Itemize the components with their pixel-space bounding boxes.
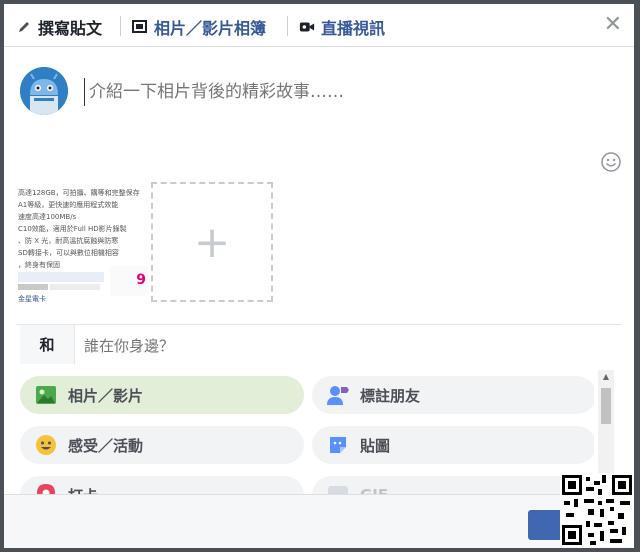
attached-photo-thumbnail[interactable]: 高達128GB，可拍攝、購等和完整保存 A1等級，更快速的應用程式效能 速度高達… <box>16 186 148 304</box>
tab-label: 直播視訊 <box>321 19 386 38</box>
option-photo-video[interactable]: 相片／影片 <box>20 376 304 414</box>
thumbnail-text: 高達128GB，可拍攝、購等和完整保存 <box>18 189 140 197</box>
scroll-thumb[interactable] <box>601 388 611 424</box>
option-check-in[interactable]: 打卡 <box>20 476 304 494</box>
option-sticker[interactable]: 貼圖 <box>312 426 594 464</box>
close-icon[interactable]: ✕ <box>604 12 622 37</box>
tab-label: 相片／影片相簿 <box>154 19 267 38</box>
option-label: 感受／活動 <box>68 436 144 455</box>
option-feeling-activity[interactable]: 感受／活動 <box>20 426 304 464</box>
plus-icon: + <box>193 216 231 268</box>
thumbnail-text: SD轉接卡，可以與數位相機相容 <box>18 249 119 257</box>
tag-friends-icon <box>326 383 350 407</box>
video-camera-icon <box>299 19 315 35</box>
smiley-icon <box>34 433 58 457</box>
option-label: 標註朋友 <box>360 386 421 405</box>
tag-people-row: 和 <box>16 324 622 365</box>
photo-album-icon <box>132 19 148 35</box>
option-gif[interactable]: GIF <box>312 476 594 494</box>
option-label: 打卡 <box>68 485 98 495</box>
avatar <box>20 67 68 115</box>
with-label: 和 <box>20 325 75 364</box>
gif-icon <box>326 483 350 494</box>
post-type-tabs: 撰寫貼文 相片／影片相簿 直播視訊 ✕ <box>4 4 634 47</box>
option-label: 貼圖 <box>360 436 391 455</box>
post-options: 相片／影片 標註朋友 感受／活動 貼圖 打卡 <box>16 370 594 494</box>
qr-code-icon <box>560 473 634 547</box>
create-post-dialog: 撰寫貼文 相片／影片相簿 直播視訊 ✕ 介紹一下相片背後的精彩故事…… 高達12… <box>4 4 634 548</box>
tab-label: 撰寫貼文 <box>38 19 103 38</box>
option-tag-friends[interactable]: 標註朋友 <box>312 376 594 414</box>
sticker-icon <box>326 433 350 457</box>
option-label: GIF <box>360 486 388 494</box>
tab-divider <box>120 16 121 36</box>
thumbnail-card-logos <box>18 284 48 290</box>
thumbnail-table <box>18 272 104 282</box>
add-photo-button[interactable]: + <box>151 182 273 302</box>
thumbnail-link: 金星電卡 <box>18 295 46 303</box>
tag-people-input[interactable] <box>82 333 586 359</box>
tab-live-video[interactable]: 直播視訊 <box>299 15 385 39</box>
thumbnail-banner <box>50 284 100 290</box>
thumbnail-price: 9 <box>136 272 146 288</box>
thumbnail-text: A1等級，更快速的應用程式效能 <box>18 201 119 209</box>
tab-write-post[interactable]: 撰寫貼文 <box>16 15 102 39</box>
tab-divider <box>287 16 288 36</box>
option-label: 相片／影片 <box>68 386 144 405</box>
scroll-up-arrow-icon[interactable]: ▲ <box>598 370 614 384</box>
location-pin-icon <box>34 483 58 494</box>
thumbnail-text: 速度高達100MB/s <box>18 213 77 221</box>
thumbnail-text: C10效能，適用於Full HD影片錄製 <box>18 225 127 233</box>
pencil-icon <box>16 19 32 35</box>
thumbnail-text: ，終身有保固 <box>18 261 60 269</box>
tab-photo-album[interactable]: 相片／影片相簿 <box>132 15 266 39</box>
thumbnail-text: 、防 X 光，耐高溫抗腐蝕與防寒 <box>18 237 119 245</box>
emoji-icon[interactable] <box>601 152 621 172</box>
photo-icon <box>34 383 58 407</box>
thumbnail-price-box: 9 <box>110 266 148 296</box>
post-text-input[interactable] <box>84 78 591 106</box>
